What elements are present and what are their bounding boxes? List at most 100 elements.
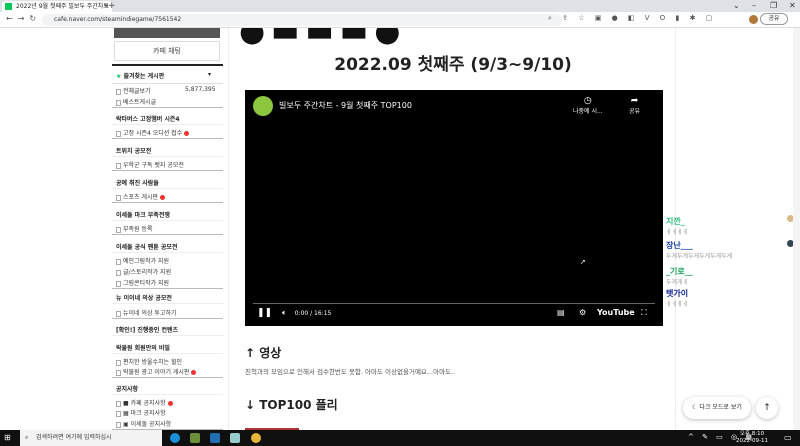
time-display: 0:00 / 16:15	[294, 310, 332, 317]
sidebar-section-header[interactable]: 공지사항	[116, 384, 138, 393]
profile-button[interactable]: 공유	[760, 13, 788, 25]
close-window-button[interactable]: ✕	[789, 0, 796, 12]
chat-username[interactable]: 장난___	[666, 240, 693, 251]
clock-time: 오후 8:10	[739, 431, 765, 437]
sidebar-section-header[interactable]: 공예 취진 사람들	[116, 178, 159, 187]
watch-later-button[interactable]: ◷ 나중에 시...	[573, 96, 603, 115]
settings-icon[interactable]: ⚙	[579, 308, 586, 317]
browser-tab[interactable]: 2022년 9월 첫째주 빌보두 주간차트 ✕	[2, 1, 112, 12]
extensions-icons[interactable]: ⌕ ⇪ ☆ ▣ ● ◧ V O ▮ ✱ ▢	[548, 14, 716, 23]
sidebar-item[interactable]: ■ 카페 공지사항	[116, 398, 173, 407]
sidebar-item[interactable]: 고정 시즌4 오디션 접수	[116, 128, 190, 137]
sidebar-item-total[interactable]: 전체글보기	[116, 86, 151, 95]
new-tab-button[interactable]: +	[108, 0, 116, 12]
tab-search-icon[interactable]: ⌄	[733, 0, 740, 12]
fullscreen-icon[interactable]: ⛶	[641, 308, 647, 318]
divider	[112, 234, 223, 235]
sidebar-item[interactable]: 예인그림작가 지원	[116, 256, 169, 265]
new-badge-icon	[160, 195, 166, 200]
board-icon	[116, 359, 121, 366]
favorites-header[interactable]: ★ 즐겨찾는 게시판 ▾	[116, 71, 211, 80]
sidebar-item-label: 베스트게시글	[123, 99, 157, 106]
clock[interactable]: 오후 8:10 2022-09-11	[736, 431, 768, 445]
board-icon	[116, 310, 121, 317]
sidebar-item-label: 락타버스 고정멤버 시즌4	[116, 116, 180, 123]
subtitles-icon[interactable]: ▤	[557, 308, 565, 317]
sidebar-item[interactable]: ▦ 마크 공지사항	[116, 408, 166, 417]
sidebar-item[interactable]: ▣ 이세돌 공지사항	[116, 419, 171, 428]
youtube-player[interactable]: 빌보두 주간차트 - 9월 첫째주 TOP100 ◷ 나중에 시... ➦ 공유 ➚…	[245, 90, 663, 326]
sidebar-item[interactable]: 락물원 광고 이야기 게시판	[116, 367, 197, 376]
sidebar-section-header[interactable]: 트위치 공모전	[116, 146, 151, 155]
windows-start-icon[interactable]: ⊞	[4, 433, 11, 442]
section-heading-playlist: ↓ TOP100 플리	[245, 398, 338, 412]
sidebar-item-label: 글/스토리작가 지원	[123, 269, 172, 276]
sidebar-item[interactable]: 편치한 방울수치는 힐인	[116, 357, 182, 366]
scroll-to-top-button[interactable]: ↑	[756, 397, 778, 419]
share-button[interactable]: ➦ 공유	[629, 96, 640, 115]
sidebar-item[interactable]: 뉴이네 의상 투고하기	[116, 308, 177, 317]
sidebar-item[interactable]: 스포츠 게시판	[116, 192, 166, 201]
dark-mode-button[interactable]: ☾ 다크 모드로 보기	[683, 397, 751, 419]
divider	[112, 335, 223, 336]
divider	[112, 188, 223, 189]
scrollbar[interactable]	[793, 28, 800, 430]
sidebar-section-header[interactable]: 이세돌 마크 부족전쟁	[116, 210, 170, 219]
app-icon[interactable]	[230, 433, 240, 443]
sidebar-item[interactable]: 부족원 등록	[116, 224, 153, 233]
clock-date: 2022-09-11	[736, 438, 768, 444]
divider	[112, 288, 223, 289]
chat-username[interactable]: 지깐_	[666, 216, 685, 227]
url-input[interactable]: cafe.naver.com/steamindiegame/7561542	[42, 14, 562, 26]
notification-icon[interactable]: ▭	[784, 433, 792, 442]
sidebar-item-label: 이세돌 마크 부족전쟁	[116, 212, 170, 219]
minecraft-icon[interactable]	[190, 433, 200, 443]
chat-message: 두게게ㅔ	[666, 279, 689, 286]
header-image: ●▬▬▬●	[239, 28, 407, 49]
board-icon	[116, 400, 121, 407]
cafe-sidebar: 카페 채팅 ★ 즐겨찾는 게시판 ▾ 전체글보기 5,877,395 베스트게시글…	[112, 28, 223, 430]
avatar[interactable]	[749, 15, 758, 24]
chat-username[interactable]: _기로__	[666, 266, 693, 277]
cafe-chat-button[interactable]: 카페 채팅	[114, 41, 220, 61]
sidebar-item-label: 락물원 광고 이야기 게시판	[123, 369, 190, 376]
sidebar-item[interactable]: 글/스토리작가 지원	[116, 267, 171, 276]
video-title[interactable]: 빌보두 주간차트 - 9월 첫째주 TOP100	[279, 100, 412, 111]
vegas-icon[interactable]	[210, 433, 220, 443]
section-heading-video: ↑ 영상	[245, 346, 282, 360]
chevron-down-icon: ▾	[208, 71, 212, 78]
nav-buttons[interactable]: ←→↻	[6, 14, 41, 23]
pause-button[interactable]: ❚❚	[257, 308, 272, 318]
board-icon	[116, 226, 121, 233]
sidebar-section-header[interactable]: 락물원 회원만의 비밀	[116, 343, 170, 352]
cafe-write-button[interactable]	[114, 28, 220, 38]
chrome-icon[interactable]	[251, 433, 261, 443]
divider	[112, 156, 223, 157]
sidebar-item[interactable]: 우학군 구독 뱃지 공모전	[116, 160, 184, 169]
search-icon: ⌕	[25, 434, 29, 441]
divider	[112, 138, 223, 139]
taskbar-search-input[interactable]: ⌕ 검색하려면 여기에 입력하십시	[20, 430, 162, 446]
sidebar-section-header[interactable]: 락타버스 고정멤버 시즌4	[116, 114, 180, 123]
url-text: cafe.naver.com/steamindiegame/7561542	[54, 16, 182, 23]
new-badge-icon	[191, 370, 197, 375]
sidebar-item[interactable]: 베스트게시글	[116, 97, 156, 106]
chat-message: 두게두게두게두게두게두게	[666, 253, 733, 260]
sidebar-item-label: 고정 시즌4 오디션 접수	[123, 130, 183, 137]
progress-bar[interactable]	[253, 303, 655, 304]
favorites-label: 즐겨찾는 게시판	[123, 73, 165, 80]
chat-username[interactable]: 텟가이	[666, 288, 688, 299]
sidebar-section-header[interactable]: [확인!] 진행중인 컨텐츠	[116, 325, 178, 334]
sidebar-section-header[interactable]: 이세돌 공식 팬툰 공모전	[116, 242, 177, 251]
maximize-button[interactable]: ❐	[770, 0, 777, 12]
youtube-logo[interactable]: YouTube	[597, 308, 635, 317]
edge-icon[interactable]	[170, 433, 180, 443]
board-icon	[116, 99, 121, 106]
board-icon	[116, 280, 121, 287]
channel-avatar[interactable]	[253, 96, 273, 116]
volume-icon[interactable]: 🔈︎	[282, 308, 287, 317]
sidebar-item[interactable]: 그림콘티작가 지원	[116, 278, 169, 287]
minimize-button[interactable]: –	[752, 0, 756, 12]
sidebar-section-header[interactable]: 뉴 이이네 의상 공모전	[116, 293, 172, 302]
tab-title: 2022년 9월 첫째주 빌보두 주간차트	[16, 3, 109, 10]
